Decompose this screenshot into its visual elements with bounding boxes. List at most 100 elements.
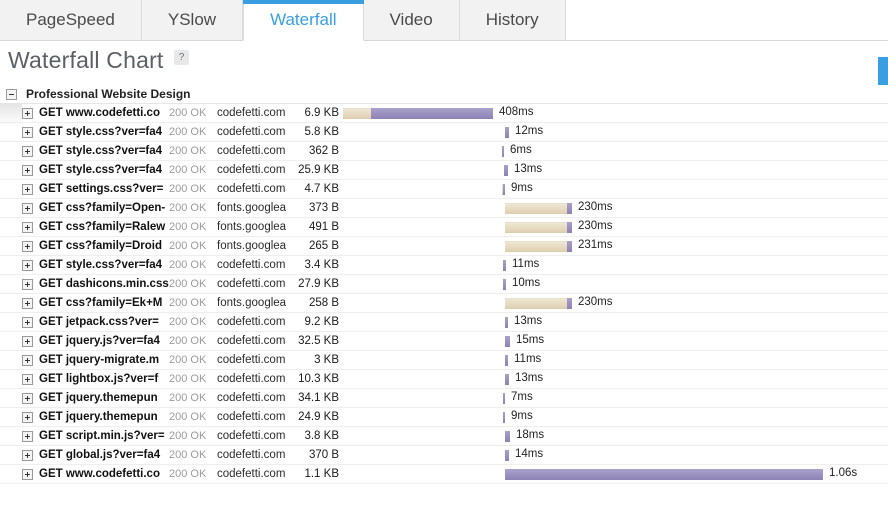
row-expand-icon[interactable] (22, 107, 33, 119)
table-row[interactable]: GET style.css?ver=fa4 200 OK codefetti.com… (0, 256, 888, 275)
table-row[interactable]: GET style.css?ver=fa4 200 OK codefetti.com… (0, 123, 888, 142)
row-expand-icon[interactable] (22, 240, 33, 252)
row-domain: fonts.googlea (217, 221, 287, 233)
table-row[interactable]: GET lightbox.js?ver=f 200 OK codefetti.com… (0, 370, 888, 389)
tab-bar-filler (565, 0, 888, 40)
waterfall-bar[interactable] (505, 373, 509, 385)
row-domain: codefetti.com (217, 411, 286, 423)
tab-video[interactable]: Video (363, 0, 460, 40)
waterfall-bar[interactable] (503, 259, 506, 271)
waterfall-bar[interactable] (503, 411, 505, 423)
row-expand-icon[interactable] (22, 430, 33, 442)
row-url: GET css?family=Ek+M (39, 297, 163, 309)
table-row[interactable]: GET settings.css?ver= 200 OK codefetti.com… (0, 180, 888, 199)
bar-segment-download (503, 183, 505, 195)
table-row[interactable]: GET www.codefetti.co 200 OK codefetti.com 1… (0, 465, 888, 484)
row-status: 200 OK (169, 335, 207, 347)
row-expand-icon[interactable] (22, 145, 33, 157)
waterfall-bar[interactable] (503, 392, 505, 404)
row-expand-icon[interactable] (22, 354, 33, 366)
tab-yslow[interactable]: YSlow (141, 0, 244, 40)
table-row[interactable]: GET dashicons.min.css 200 OK codefetti.com… (0, 275, 888, 294)
table-row[interactable]: GET jquery-migrate.m 200 OK codefetti.com 3… (0, 351, 888, 370)
row-expand-icon[interactable] (22, 221, 33, 233)
row-waterfall-cell: 231ms (341, 237, 888, 256)
group-collapse-icon[interactable] (6, 88, 17, 100)
tab-waterfall[interactable]: Waterfall (243, 0, 364, 41)
waterfall-bar[interactable] (505, 126, 509, 138)
waterfall-bar[interactable] (505, 316, 508, 328)
row-url: GET style.css?ver=fa4 (39, 259, 163, 271)
row-expand-icon[interactable] (22, 278, 33, 290)
row-expand-icon[interactable] (22, 259, 33, 271)
table-row[interactable]: GET www.codefetti.co 200 OK codefetti.com 6… (0, 104, 888, 123)
row-expand-icon[interactable] (22, 183, 33, 195)
row-status: 200 OK (169, 449, 207, 461)
row-expand-icon[interactable] (22, 449, 33, 461)
row-size: 32.5 KB (298, 335, 339, 347)
page-header: Waterfall Chart ? (0, 41, 888, 97)
row-domain: codefetti.com (217, 392, 286, 404)
waterfall-bar[interactable] (343, 107, 493, 119)
table-row[interactable]: GET jetpack.css?ver= 200 OK codefetti.com 9… (0, 313, 888, 332)
row-expand-icon[interactable] (22, 392, 33, 404)
table-row[interactable]: GET jquery.js?ver=fa4 200 OK codefetti.com… (0, 332, 888, 351)
waterfall-bar[interactable] (505, 468, 823, 480)
row-url: GET css?family=Ralew (39, 221, 166, 233)
table-row[interactable]: GET global.js?ver=fa4 200 OK codefetti.com… (0, 446, 888, 465)
tab-label: PageSpeed (26, 10, 115, 29)
tab-history[interactable]: History (459, 0, 566, 40)
row-expand-icon[interactable] (22, 297, 33, 309)
table-row[interactable]: GET responsive-web-d200 OKcodefetti.com7… (0, 484, 888, 485)
waterfall-bar[interactable] (503, 278, 506, 290)
row-expand-icon[interactable] (22, 335, 33, 347)
row-domain: codefetti.com (217, 259, 286, 271)
row-waterfall-cell: 10ms (341, 275, 888, 294)
waterfall-bar[interactable] (505, 430, 510, 442)
waterfall-bar[interactable] (502, 183, 505, 195)
table-row[interactable]: GET css?family=Ralew 200 OK fonts.googlea 4… (0, 218, 888, 237)
request-group-header[interactable]: Professional Website Design (0, 85, 888, 104)
row-waterfall-cell: 7ms (341, 389, 888, 408)
table-row[interactable]: GET css?family=Ek+M 200 OK fonts.googlea 25… (0, 294, 888, 313)
row-expand-icon[interactable] (22, 126, 33, 138)
row-domain: codefetti.com (217, 183, 286, 195)
table-row[interactable]: GET jquery.themepun 200 OK codefetti.com 34… (0, 389, 888, 408)
table-row[interactable]: GET jquery.themepun 200 OK codefetti.com 24… (0, 408, 888, 427)
row-expand-icon[interactable] (22, 316, 33, 328)
row-expand-icon[interactable] (22, 468, 33, 480)
table-row[interactable]: GET style.css?ver=fa4 200 OK codefetti.com… (0, 161, 888, 180)
row-expand-icon[interactable] (22, 202, 33, 214)
table-row[interactable]: GET css?family=Open- 200 OK fonts.googlea 3… (0, 199, 888, 218)
waterfall-bar[interactable] (505, 354, 508, 366)
waterfall-bar[interactable] (505, 335, 510, 347)
bar-segment-connect (343, 107, 371, 119)
row-waterfall-cell: 9ms (341, 180, 888, 199)
waterfall-bar[interactable] (505, 240, 572, 252)
table-row[interactable]: GET css?family=Droid 200 OK fonts.googlea 2… (0, 237, 888, 256)
waterfall-bar[interactable] (502, 145, 504, 157)
table-row[interactable]: GET script.min.js?ver= 200 OK codefetti.co… (0, 427, 888, 446)
waterfall-bar[interactable] (505, 449, 509, 461)
waterfall-bar[interactable] (504, 164, 508, 176)
waterfall-bar[interactable] (505, 221, 572, 233)
waterfall-bar[interactable] (505, 297, 572, 309)
row-expand-icon[interactable] (22, 373, 33, 385)
waterfall-bar[interactable] (505, 202, 572, 214)
tab-list: PageSpeed YSlow Waterfall Video History (0, 0, 566, 41)
bar-time-label: 230ms (578, 200, 613, 213)
row-waterfall-cell: 6ms (341, 142, 888, 161)
row-waterfall-cell: 9ms (341, 408, 888, 427)
tab-pagespeed[interactable]: PageSpeed (0, 0, 142, 40)
bar-time-label: 408ms (499, 105, 534, 118)
table-row[interactable]: GET style.css?ver=fa4 200 OK codefetti.com… (0, 142, 888, 161)
row-expand-icon[interactable] (22, 164, 33, 176)
row-expand-icon[interactable] (22, 411, 33, 423)
bar-time-label: 9ms (511, 181, 533, 194)
help-icon[interactable]: ? (173, 50, 189, 65)
row-domain: codefetti.com (217, 449, 286, 461)
row-size: 362 B (308, 145, 339, 157)
row-waterfall-cell: 13ms (341, 313, 888, 332)
row-domain: fonts.googlea (217, 202, 287, 214)
row-url: GET style.css?ver=fa4 (39, 164, 163, 176)
